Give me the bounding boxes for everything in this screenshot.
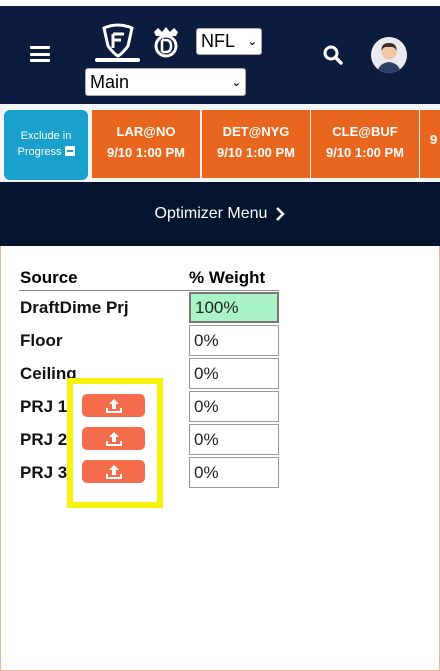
optimizer-menu-button[interactable]: Optimizer Menu: [0, 182, 440, 246]
chevron-down-icon: ⌄: [247, 36, 257, 48]
exclude-label-line1: Exclude in: [20, 130, 72, 142]
slate-select[interactable]: Main ⌄: [85, 68, 246, 96]
game-matchup: DET@NYG: [222, 124, 290, 139]
game-card[interactable]: LAR@NO 9/10 1:00 PM: [92, 110, 200, 178]
game-time: 9/10 1:00 PM: [106, 145, 186, 160]
game-time: 9: [430, 132, 438, 147]
game-matchup: CLE@BUF: [332, 124, 398, 139]
optimizer-menu-label: Optimizer Menu: [154, 205, 268, 222]
row-label-floor: Floor: [20, 331, 63, 350]
weight-input-floor[interactable]: 0%: [189, 325, 279, 356]
draftkings-logo-icon[interactable]: [148, 24, 184, 60]
game-card[interactable]: CLE@BUF 9/10 1:00 PM: [311, 110, 419, 178]
chevron-right-icon: [276, 207, 286, 221]
hamburger-menu-icon[interactable]: [30, 46, 50, 62]
chevron-down-icon: ⌄: [231, 76, 241, 89]
selected-site-underline: [95, 58, 140, 62]
row-label-draftdime-prj: DraftDime Prj: [20, 298, 129, 317]
exclude-label-line2: Progress: [4, 144, 88, 160]
game-matchup: LAR@NO: [116, 124, 176, 139]
game-card[interactable]: DET@NYG 9/10 1:00 PM: [202, 110, 310, 178]
sport-select-value: NFL: [201, 31, 236, 51]
game-time: 9/10 1:00 PM: [325, 145, 405, 160]
upload-buttons-highlight: [67, 378, 163, 508]
weight-input-prj-1[interactable]: 0%: [189, 391, 279, 422]
weight-input-prj-3[interactable]: 0%: [189, 457, 279, 488]
top-header: NFL ⌄ Main ⌄: [0, 0, 440, 104]
weight-input-ceiling[interactable]: 0%: [189, 358, 279, 389]
game-card[interactable]: 9: [420, 110, 440, 178]
table-header-divider: [19, 290, 279, 291]
user-avatar[interactable]: [371, 37, 407, 73]
fanduel-logo-icon[interactable]: [100, 22, 136, 58]
minus-icon: [64, 146, 75, 156]
weight-input-draftdime-prj[interactable]: 100%: [189, 292, 279, 323]
sport-select[interactable]: NFL ⌄: [196, 28, 262, 55]
source-column-header: Source: [20, 268, 78, 287]
weight-input-prj-2[interactable]: 0%: [189, 424, 279, 455]
exclude-in-progress-toggle[interactable]: Exclude in Progress: [4, 110, 88, 180]
row-label-prj-2: PRJ 2: [20, 430, 68, 449]
row-label-prj-1: PRJ 1: [20, 397, 68, 416]
weight-column-header: % Weight: [189, 268, 266, 287]
games-bar: Exclude in Progress LAR@NO 9/10 1:00 PM …: [0, 104, 440, 182]
search-icon[interactable]: [322, 44, 344, 66]
game-time: 9/10 1:00 PM: [216, 145, 296, 160]
slate-select-value: Main: [90, 71, 130, 92]
row-label-prj-3: PRJ 3: [20, 463, 68, 482]
header-top-strip: [0, 0, 440, 6]
